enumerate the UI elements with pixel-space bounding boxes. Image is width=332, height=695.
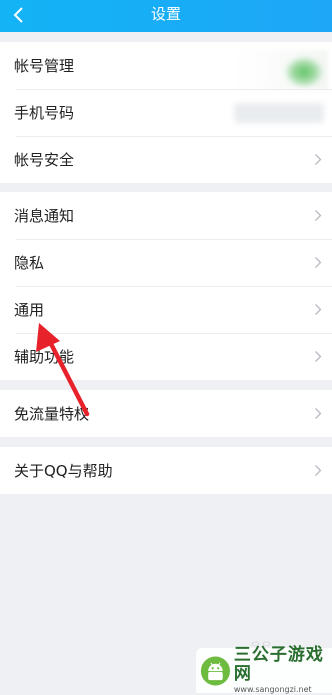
chevron-right-icon bbox=[315, 210, 322, 221]
about-section: 关于QQ与帮助 bbox=[0, 447, 332, 494]
settings-item-notifications[interactable]: 消息通知 bbox=[0, 192, 332, 239]
settings-item-label: 免流量特权 bbox=[14, 405, 90, 423]
chevron-right-icon bbox=[315, 154, 322, 165]
settings-item-label: 手机号码 bbox=[14, 104, 75, 122]
android-logo-icon bbox=[200, 655, 230, 686]
settings-item-accessibility[interactable]: 辅助功能 bbox=[0, 333, 332, 380]
settings-item-about-help[interactable]: 关于QQ与帮助 bbox=[0, 447, 332, 494]
watermark: 三公子游戏网 www.sangongzi.net bbox=[196, 646, 332, 695]
phone-number-value bbox=[234, 103, 324, 123]
chevron-right-icon bbox=[315, 408, 322, 419]
settings-item-label: 帐号管理 bbox=[14, 57, 75, 75]
data-plan-section: 免流量特权 bbox=[0, 390, 332, 437]
settings-item-account-management[interactable]: 帐号管理 bbox=[0, 42, 332, 90]
settings-item-account-security[interactable]: 帐号安全 bbox=[0, 136, 332, 183]
general-section: 消息通知 隐私 通用 辅助功能 bbox=[0, 192, 332, 380]
page-title: 设置 bbox=[150, 5, 181, 23]
settings-item-phone-number[interactable]: 手机号码 bbox=[0, 89, 332, 136]
watermark-text: 三公子游戏网 www.sangongzi.net bbox=[234, 646, 332, 695]
settings-item-label: 通用 bbox=[14, 301, 45, 319]
chevron-right-icon bbox=[315, 257, 322, 268]
settings-item-label: 消息通知 bbox=[14, 207, 75, 225]
account-section: 帐号管理 手机号码 帐号安全 bbox=[0, 42, 332, 183]
settings-item-general[interactable]: 通用 bbox=[0, 286, 332, 333]
settings-item-label: 帐号安全 bbox=[14, 151, 75, 169]
watermark-name: 三公子游戏网 bbox=[233, 645, 324, 684]
avatar bbox=[238, 50, 328, 90]
chevron-right-icon bbox=[315, 351, 322, 362]
chevron-right-icon bbox=[315, 304, 322, 315]
settings-item-privacy[interactable]: 隐私 bbox=[0, 239, 332, 286]
chevron-right-icon bbox=[315, 465, 322, 476]
watermark-url: www.sangongzi.net bbox=[233, 685, 312, 694]
top-bar: 设置 bbox=[0, 0, 332, 32]
settings-item-label: 辅助功能 bbox=[14, 348, 75, 366]
settings-item-free-data[interactable]: 免流量特权 bbox=[0, 390, 332, 437]
settings-item-label: 隐私 bbox=[14, 254, 45, 272]
settings-item-label: 关于QQ与帮助 bbox=[14, 462, 113, 480]
